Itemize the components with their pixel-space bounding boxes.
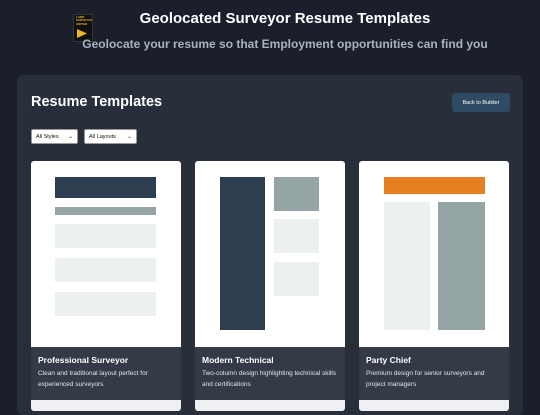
back-to-builder-button[interactable]: Back to Builder [452,93,510,112]
template-description: Clean and traditional layout perfect for… [38,370,148,388]
templates-panel: Resume Templates Back to Builder All Sty… [17,75,523,415]
template-name: Modern Technical [202,355,274,365]
preview-column-block [384,202,430,330]
page-subtitle: Geolocate your resume so that Employment… [82,37,488,51]
card-footer-strip [359,400,509,411]
template-info: Party Chief Premium design for senior su… [366,355,504,390]
card-footer-strip [195,400,345,411]
card-footer-strip [31,400,181,411]
template-preview [31,161,181,347]
template-name: Professional Surveyor [38,355,129,365]
template-preview [195,161,345,347]
template-info: Professional Surveyor Clean and traditio… [38,355,176,390]
template-card-modern-technical[interactable]: Modern Technical Two-column design highl… [195,161,345,411]
template-info: Modern Technical Two-column design highl… [202,355,340,390]
preview-sidebar-block [220,177,265,330]
panel-title: Resume Templates [31,94,163,110]
preview-header-block [384,177,485,194]
layout-filter-value: All Layouts [89,133,116,140]
template-description: Two-column design highlighting technical… [202,370,337,388]
template-name: Party Chief [366,355,411,365]
preview-section-block [55,292,156,316]
page-title: Geolocated Surveyor Resume Templates [139,10,431,27]
template-card-professional-surveyor[interactable]: Professional Surveyor Clean and traditio… [31,161,181,411]
layout-filter-select[interactable]: All Layouts ⌄ [84,129,137,144]
chevron-down-icon: ⌄ [67,134,73,140]
preview-section-block [55,258,156,282]
preview-section-block [55,224,156,248]
preview-section-block [274,262,319,296]
chevron-down-icon: ⌄ [126,134,132,140]
preview-header-block [274,177,319,211]
app-header: LAND SURVEYORS UNITED Geolocated Surveyor … [0,0,540,62]
style-filter-select[interactable]: All Styles ⌄ [31,129,78,144]
template-card-party-chief[interactable]: Party Chief Premium design for senior su… [359,161,509,411]
style-filter-value: All Styles [36,133,59,140]
preview-section-block [274,219,319,253]
template-preview [359,161,509,347]
preview-column-block [438,202,485,330]
template-description: Premium design for senior surveyors and … [366,370,485,388]
preview-subheader-block [55,207,156,215]
preview-header-block [55,177,156,198]
